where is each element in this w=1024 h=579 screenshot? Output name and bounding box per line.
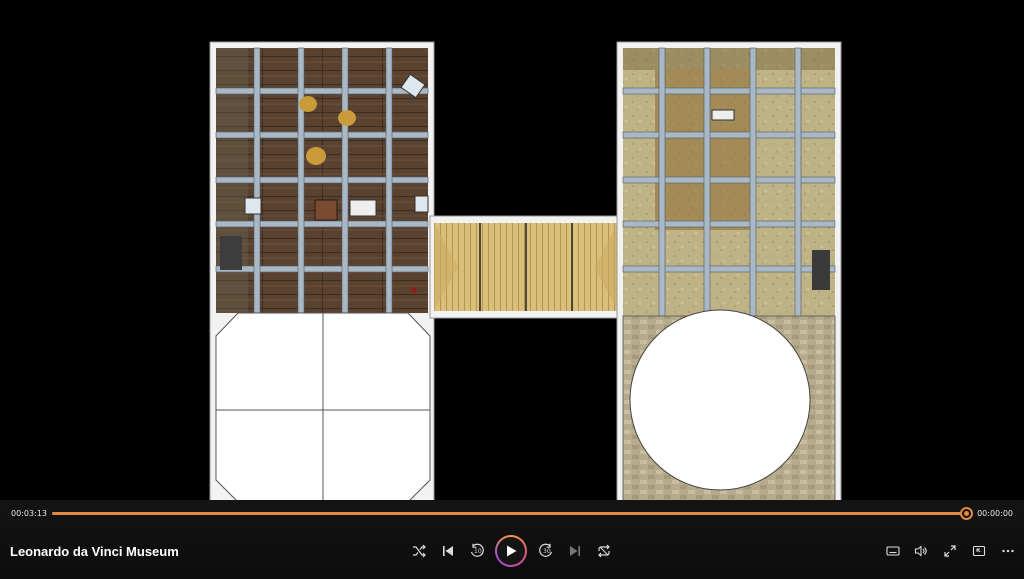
- subtitles-icon: [886, 546, 900, 556]
- seek-bar[interactable]: [52, 507, 973, 520]
- skip-forward-button[interactable]: 30: [535, 540, 557, 562]
- video-title: Leonardo da Vinci Museum: [10, 544, 179, 559]
- mini-player-icon: [972, 545, 986, 557]
- previous-button[interactable]: [437, 540, 459, 562]
- volume-icon: [914, 545, 927, 557]
- elapsed-time: 00:03:13: [11, 509, 47, 518]
- shuffle-button[interactable]: [408, 540, 430, 562]
- more-options-icon: [1002, 549, 1014, 553]
- play-icon: [507, 545, 517, 557]
- play-button[interactable]: [495, 535, 527, 567]
- previous-track-icon: [443, 546, 453, 556]
- volume-button[interactable]: [910, 540, 932, 562]
- museum-floor-plan: [209, 41, 842, 503]
- video-frame[interactable]: [0, 0, 1024, 503]
- shuffle-icon: [413, 544, 426, 558]
- skip-back-seconds: 10: [474, 548, 482, 555]
- skip-back-button[interactable]: 10: [466, 540, 488, 562]
- left-building: [209, 41, 435, 503]
- player-controls: 00:03:13 00:00:00 Leonardo da Vinci Muse…: [0, 500, 1024, 579]
- seek-handle[interactable]: [960, 507, 973, 520]
- right-building: [616, 41, 842, 503]
- mini-player-button[interactable]: [968, 540, 990, 562]
- skip-forward-seconds: 30: [543, 548, 551, 555]
- more-options-button[interactable]: [997, 540, 1019, 562]
- next-track-icon: [570, 546, 580, 556]
- repeat-icon: [598, 544, 610, 558]
- fullscreen-icon: [944, 545, 956, 557]
- connecting-bridge: [429, 215, 623, 319]
- remaining-time: 00:00:00: [977, 509, 1013, 518]
- fullscreen-button[interactable]: [939, 540, 961, 562]
- next-button[interactable]: [564, 540, 586, 562]
- seek-bar-progress: [52, 512, 966, 515]
- subtitles-button[interactable]: [882, 540, 904, 562]
- repeat-button[interactable]: [593, 540, 615, 562]
